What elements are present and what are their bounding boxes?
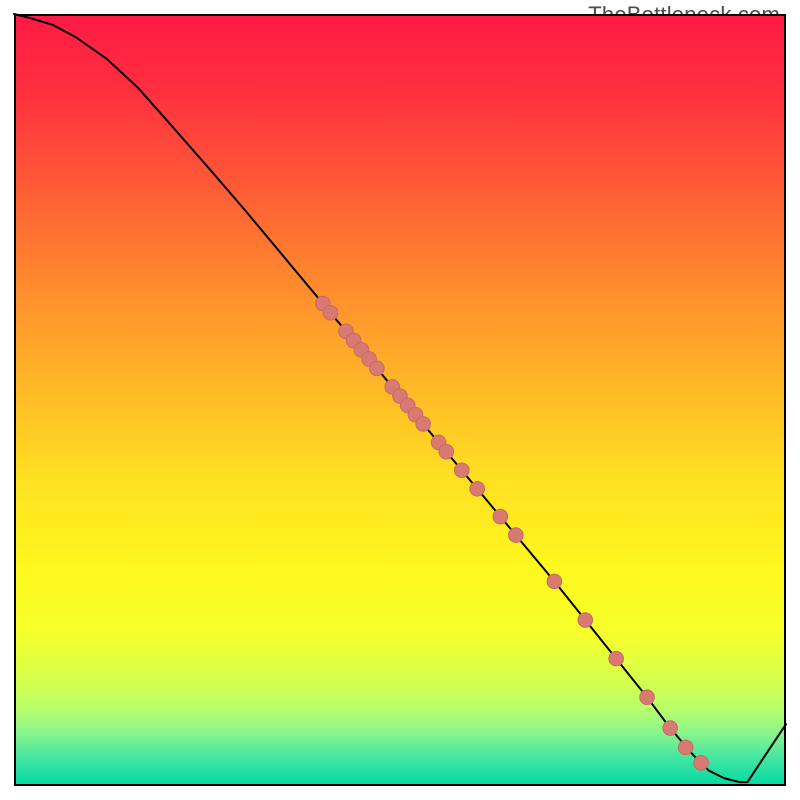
highlight-markers [315,296,708,770]
marker-dot [609,651,624,666]
marker-dot [694,756,709,771]
marker-dot [663,721,678,736]
marker-dot [578,613,593,628]
chart-container: TheBottleneck.com [0,0,800,800]
marker-dot [439,444,454,459]
marker-dot [640,690,655,705]
marker-dot [323,305,338,320]
marker-dot [454,463,469,478]
marker-dot [678,740,693,755]
marker-dot [370,361,385,376]
marker-dot [547,574,562,589]
curve-layer [14,14,786,786]
marker-dot [493,509,508,524]
marker-dot [508,528,523,543]
marker-dot [416,417,431,432]
marker-dot [470,481,485,496]
plot-area [14,14,786,786]
